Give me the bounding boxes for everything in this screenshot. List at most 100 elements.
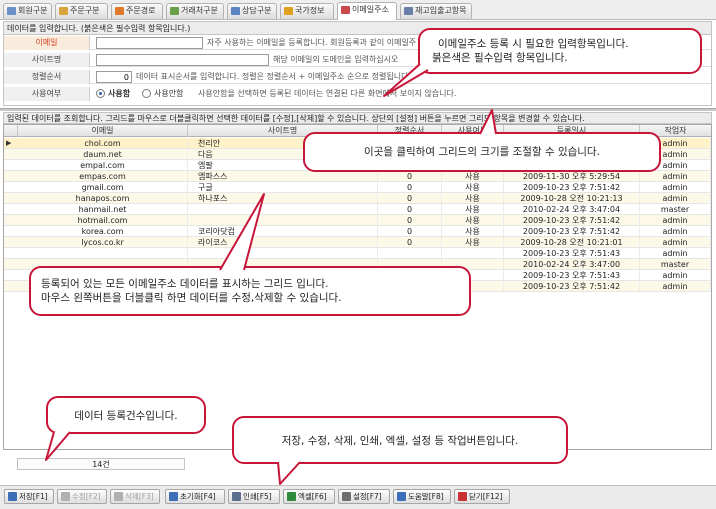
table-row[interactable]: empas.com 엠파스스 0 사용 2009-11-30 오후 5:29:54 adm… [4,171,711,182]
callout-splitter-tail [479,109,497,135]
order-label: 정렬순서 [4,70,90,84]
settings-icon [342,492,351,501]
callout-grid-tail [219,193,265,271]
cell-email: hanapos.com [18,193,188,204]
cell-email: empal.com [18,160,188,171]
tab-member-type[interactable]: 회원구분 [3,3,52,19]
callout-count: 데이터 등록건수입니다. [46,396,206,434]
member-icon [7,7,16,15]
cell-registered-at: 2010-02-24 오후 3:47:04 [504,204,640,215]
tab-email-address[interactable]: 이메일주소 [337,2,397,20]
cell-worker: admin [640,193,711,204]
cell-sort-order: 0 [378,237,442,248]
cell-worker: master [640,204,711,215]
table-row[interactable]: hanmail.net 0 사용 2010-02-24 오후 3:47:04 maste… [4,204,711,215]
table-row[interactable]: lycos.co.kr 라이코스 0 사용 2009-10-28 오전 10:21:01… [4,237,711,248]
site-label: 사이트명 [4,53,90,67]
tab-stock-items[interactable]: 재고입출고항목 [400,3,472,19]
cell-email: hanmail.net [18,204,188,215]
grid-splitter[interactable] [0,108,716,111]
callout-grid-line1: 등록되어 있는 모든 이메일주소 데이터를 표시하는 그리드 입니다. [41,278,329,290]
cell-email [18,248,188,259]
sort-order-field[interactable] [96,71,132,83]
order-icon [59,7,68,15]
excel-icon [287,492,296,501]
table-row[interactable]: hanapos.com 하나포스 0 사용 2009-10-28 오전 10:21:13… [4,193,711,204]
reset-button[interactable]: 초기화[F4] [165,489,225,504]
save-icon [8,492,17,501]
tab-order-route[interactable]: 주문경로 [111,3,163,19]
excel-button[interactable]: 엑셀[F6] [283,489,335,504]
callout-splitter: 이곳을 클릭하여 그리드의 크기를 조절할 수 있습니다. [303,132,661,172]
callout-grid-line2: 마우스 왼쪽버튼을 더블클릭 하면 데이터를 수정,삭제할 수 있습니다. [41,292,342,304]
cell-sort-order [378,248,442,259]
cell-worker: master [640,259,711,270]
cell-sort-order: 0 [378,171,442,182]
stock-icon [404,7,413,15]
help-button[interactable]: 도움말[F8] [393,489,451,504]
use-off-radio[interactable] [142,89,151,98]
cell-email: korea.com [18,226,188,237]
cell-worker: admin [640,270,711,281]
cell-registered-at: 2009-10-28 오전 10:21:01 [504,237,640,248]
close-icon [458,492,467,501]
table-row[interactable]: gmail.com 구글 0 사용 2009-10-23 오후 7:51:42 admin [4,182,711,193]
cell-worker: admin [640,237,711,248]
tab-consult-type[interactable]: 상담구분 [227,3,277,19]
cell-worker: admin [640,281,711,292]
delete-button[interactable]: 삭제[F3] [110,489,160,504]
tab-client-type[interactable]: 거래처구분 [166,3,224,19]
cell-registered-at: 2009-11-30 오후 5:29:54 [504,171,640,182]
email-label: 이메일 [4,36,90,50]
cell-sort-order: 0 [378,182,442,193]
print-icon [232,492,241,501]
help-icon [397,492,406,501]
tab-country-info[interactable]: 국가정보 [280,3,334,19]
cell-registered-at: 2009-10-23 오후 7:51:42 [504,281,640,292]
print-button[interactable]: 인쇄[F5] [228,489,280,504]
email-field[interactable] [96,37,203,49]
client-icon [170,7,179,15]
cell-registered-at: 2009-10-23 오후 7:51:42 [504,215,640,226]
callout-count-tail [45,431,71,461]
current-row-arrow-icon: ▶ [6,139,12,147]
cell-sort-order: 0 [378,226,442,237]
use-row: 사용여부 사용함 사용안함 사용안함을 선택하면 등록된 데이터는 연결된 다른… [4,87,711,101]
table-row[interactable]: korea.com 코리아닷컴 0 사용 2009-10-23 오후 7:51:42 ad… [4,226,711,237]
cell-use: 사용 [442,226,504,237]
cell-worker: admin [640,182,711,193]
cell-site-name: 엠파스스 [188,171,378,182]
table-row[interactable]: hotmail.com 0 사용 2009-10-23 오후 7:51:42 admin [4,215,711,226]
callout-input-tail [383,63,429,97]
save-button[interactable]: 저장[F1] [4,489,54,504]
cell-worker: admin [640,171,711,182]
cell-worker: admin [640,248,711,259]
col-email[interactable]: 이메일 [18,125,188,137]
cell-email: gmail.com [18,182,188,193]
cell-use: 사용 [442,237,504,248]
tab-order-type[interactable]: 주문구분 [55,3,108,19]
cell-registered-at: 2009-10-23 오후 7:51:42 [504,226,640,237]
table-row[interactable]: 2009-10-23 오후 7:51:43 admin [4,248,711,259]
delete-icon [114,492,123,501]
globe-icon [284,7,293,15]
cell-worker: admin [640,226,711,237]
callout-toolbar: 저장, 수정, 삭제, 인쇄, 엑셀, 설정 등 작업버튼입니다. [232,416,568,464]
use-on-radio[interactable] [96,89,105,98]
cell-registered-at: 2009-10-23 오후 7:51:42 [504,182,640,193]
cell-registered-at: 2010-02-24 오후 3:47:00 [504,259,640,270]
use-on-label: 사용함 [108,89,131,98]
edit-icon [61,492,70,501]
cell-email: chol.com [18,138,188,149]
row-indicator-header [4,125,18,137]
cell-use: 사용 [442,193,504,204]
consult-icon [231,7,240,15]
cell-use: 사용 [442,215,504,226]
callout-input-line2: 붉은색은 필수입력 항목입니다. [432,52,568,64]
settings-button[interactable]: 설정[F7] [338,489,390,504]
close-button[interactable]: 닫기[F12] [454,489,510,504]
site-name-field[interactable] [96,54,269,66]
edit-button[interactable]: 수정[F2] [57,489,107,504]
route-icon [115,7,124,15]
callout-grid: 등록되어 있는 모든 이메일주소 데이터를 표시하는 그리드 입니다. 마우스 … [29,266,471,316]
